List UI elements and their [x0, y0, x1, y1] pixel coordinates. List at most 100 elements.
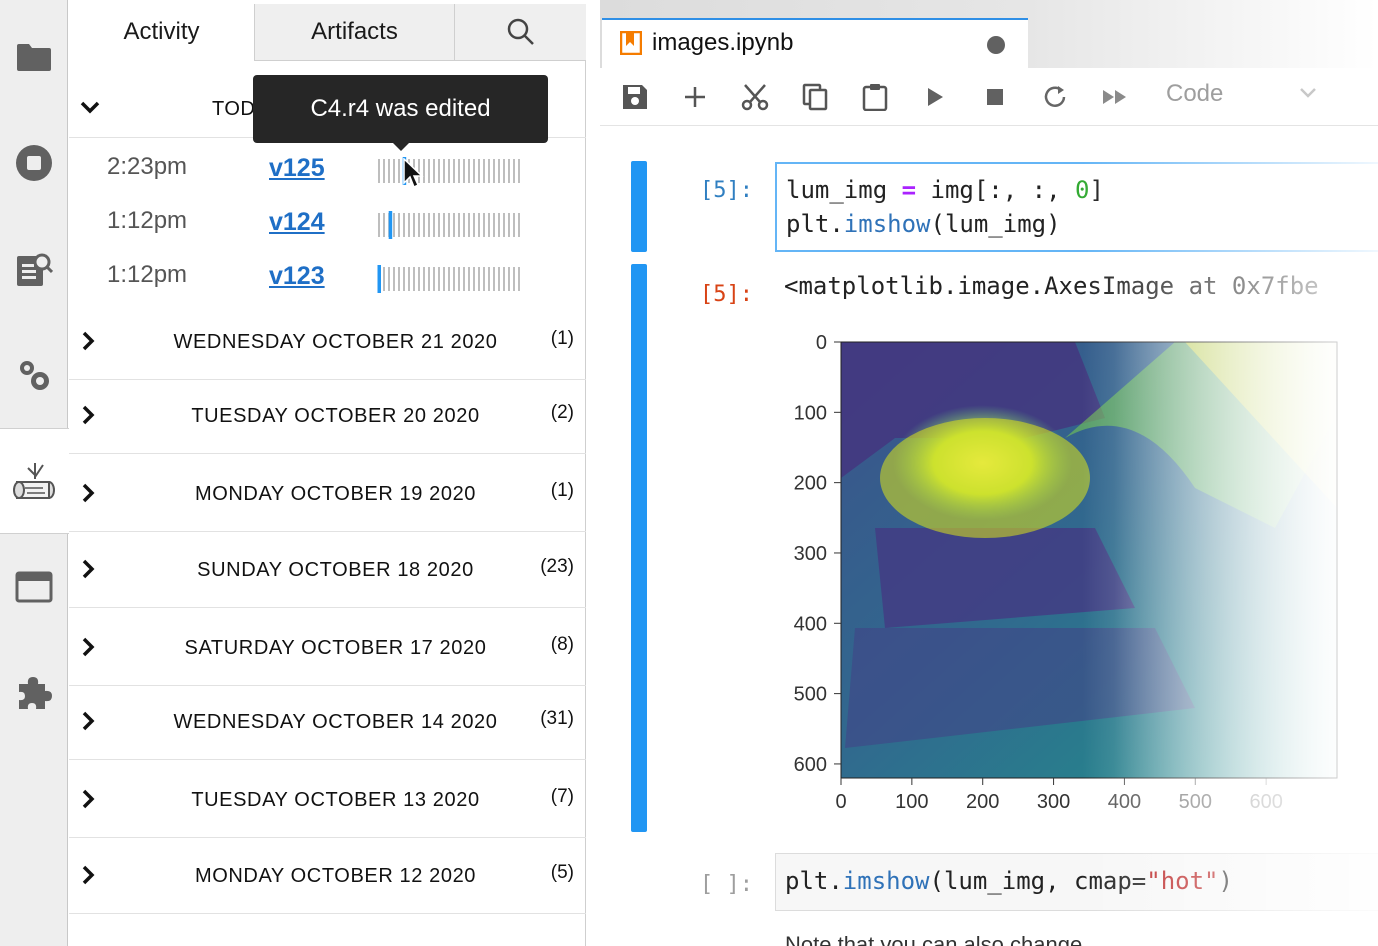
- version-timeline-slider[interactable]: [377, 265, 527, 293]
- tab-activity-label: Activity: [123, 18, 200, 45]
- version-link[interactable]: v124: [269, 208, 325, 237]
- output-collapser[interactable]: [631, 264, 647, 832]
- stop-icon: [987, 89, 1003, 105]
- day-group-row[interactable]: TUESDAY OCTOBER 13 2020 (7): [69, 762, 586, 838]
- restart-button[interactable]: [1040, 82, 1070, 112]
- day-group-count: (31): [540, 708, 574, 729]
- add-cell-button[interactable]: [680, 82, 710, 112]
- version-link[interactable]: v123: [269, 262, 325, 291]
- code-editor[interactable]: plt.imshow(lum_img, cmap="hot"): [775, 853, 1378, 911]
- x-tick-label: 200: [966, 791, 999, 813]
- cut-button[interactable]: [740, 82, 770, 112]
- tabs-window-icon: [15, 571, 53, 603]
- activity-panel: Activity Artifacts TOD 2:23pm v125 1:12pm v…: [69, 4, 586, 946]
- input-prompt: [ ]:: [700, 872, 753, 897]
- file-browser-button[interactable]: [0, 4, 68, 110]
- code-token: "hot": [1146, 867, 1219, 895]
- folder-icon: [17, 44, 51, 71]
- extension-manager-button[interactable]: [0, 640, 68, 746]
- notebook-file-icon: [620, 31, 642, 55]
- output-prompt: [5]:: [700, 282, 753, 307]
- tab-artifacts[interactable]: Artifacts: [254, 4, 454, 61]
- copy-button[interactable]: [800, 82, 830, 112]
- running-sessions-button[interactable]: [0, 110, 68, 216]
- add-icon: [685, 87, 705, 107]
- code-token: imshow: [842, 867, 930, 895]
- version-row[interactable]: 1:12pm v123: [69, 249, 586, 303]
- version-timeline-slider[interactable]: [377, 211, 527, 239]
- code-editor[interactable]: lum_img = img[:, :, 0] plt.imshow(lum_im…: [775, 162, 1378, 252]
- history-log-button[interactable]: [0, 428, 69, 534]
- paste-button[interactable]: [860, 82, 890, 112]
- chevron-down-icon[interactable]: [79, 96, 101, 118]
- version-row[interactable]: 2:23pm v125: [69, 141, 586, 195]
- edit-tooltip: C4.r4 was edited: [253, 75, 548, 151]
- version-row[interactable]: 1:12pm v124: [69, 195, 586, 249]
- chevron-down-icon[interactable]: [1298, 86, 1318, 100]
- day-group-row[interactable]: MONDAY OCTOBER 19 2020 (1): [69, 456, 586, 532]
- version-time: 1:12pm: [107, 261, 188, 288]
- x-tick-label: 400: [1108, 791, 1141, 813]
- property-inspector-icon: [17, 253, 53, 286]
- tooltip-text: C4.r4 was edited: [310, 95, 491, 122]
- markdown-cell-text: Note that you can also change colormaps: [785, 932, 1083, 946]
- code-line: plt.imshow(lum_img, cmap="hot"): [785, 867, 1233, 895]
- x-tick-label: 300: [1037, 791, 1070, 813]
- search-icon: [507, 18, 534, 45]
- day-group-count: (1): [550, 480, 574, 501]
- restart-icon: [1044, 86, 1066, 107]
- code-token: (lum_img): [930, 210, 1061, 238]
- code-line: plt.imshow(lum_img): [786, 210, 1061, 238]
- code-token: imshow: [843, 210, 931, 238]
- x-tick-label: 600: [1249, 791, 1282, 813]
- day-group-row[interactable]: MONDAY OCTOBER 12 2020 (5): [69, 838, 586, 914]
- interrupt-button[interactable]: [980, 82, 1010, 112]
- day-group-row[interactable]: WEDNESDAY OCTOBER 21 2020 (1): [69, 304, 586, 380]
- day-group-label: SUNDAY OCTOBER 18 2020: [197, 559, 474, 581]
- settings-button[interactable]: [0, 322, 68, 428]
- cell-collapser[interactable]: [631, 161, 647, 252]
- day-group-row[interactable]: TUESDAY OCTOBER 20 2020 (2): [69, 378, 586, 454]
- day-group-count: (2): [550, 402, 574, 423]
- day-group-row[interactable]: SATURDAY OCTOBER 17 2020 (8): [69, 610, 586, 686]
- notebook-toolbar: Code: [600, 68, 1378, 126]
- panel-tab-bar: Activity Artifacts: [69, 4, 586, 61]
- cell-type-select[interactable]: Code: [1166, 80, 1223, 108]
- day-group-label: SATURDAY OCTOBER 17 2020: [184, 637, 487, 659]
- code-line: lum_img = img[:, :, 0]: [786, 176, 1104, 204]
- day-group-count: (23): [540, 556, 574, 577]
- document-tab[interactable]: images.ipynb: [602, 18, 1028, 68]
- stop-circle-icon: [16, 145, 52, 181]
- day-group-count: (5): [550, 862, 574, 883]
- day-group-row[interactable]: SUNDAY OCTOBER 18 2020 (23): [69, 532, 586, 608]
- property-inspector-button[interactable]: [0, 216, 68, 322]
- tab-artifacts-label: Artifacts: [311, 18, 398, 45]
- y-tick-label: 100: [794, 402, 827, 424]
- run-button[interactable]: [920, 82, 950, 112]
- tab-activity[interactable]: Activity: [69, 4, 254, 61]
- save-icon: [623, 85, 647, 109]
- code-token: 0: [1075, 176, 1090, 204]
- cut-icon: [741, 84, 769, 111]
- code-token: ): [1218, 867, 1233, 895]
- version-timeline-slider[interactable]: [377, 157, 527, 185]
- day-group-row[interactable]: WEDNESDAY OCTOBER 14 2020 (31): [69, 684, 586, 760]
- y-tick-label: 400: [794, 613, 827, 635]
- unsaved-dot-icon[interactable]: [987, 36, 1005, 54]
- timeline-marker[interactable]: [388, 211, 393, 239]
- code-token: plt.: [785, 867, 843, 895]
- day-group-label: WEDNESDAY OCTOBER 14 2020: [173, 711, 498, 733]
- run-icon: [928, 88, 943, 106]
- log-history-icon: [12, 463, 55, 499]
- copy-icon: [802, 83, 828, 111]
- tab-search[interactable]: [454, 4, 586, 61]
- today-group-label: TOD: [212, 98, 256, 120]
- day-group-label: MONDAY OCTOBER 19 2020: [194, 483, 477, 505]
- save-button[interactable]: [620, 82, 650, 112]
- left-sidebar-rail: [0, 0, 69, 946]
- open-tabs-button[interactable]: [0, 534, 68, 640]
- timeline-marker[interactable]: [377, 265, 382, 293]
- run-all-button[interactable]: [1100, 82, 1130, 112]
- version-link[interactable]: v125: [269, 154, 325, 183]
- output-text: <matplotlib.image.AxesImage at 0x7fbe: [784, 272, 1319, 300]
